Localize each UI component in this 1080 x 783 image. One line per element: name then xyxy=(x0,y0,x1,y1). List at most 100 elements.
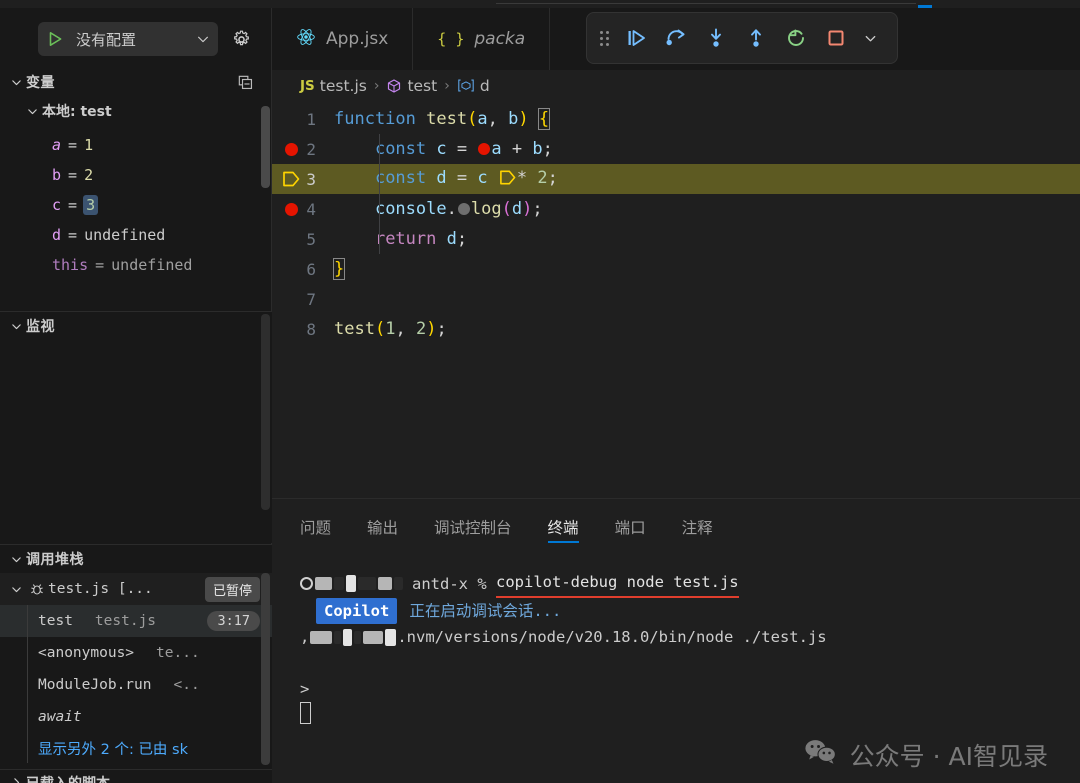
chevron-down-icon[interactable] xyxy=(188,32,218,46)
call-stack-frame[interactable]: <anonymous> te... xyxy=(0,637,272,669)
tab-output[interactable]: 输出 xyxy=(367,499,398,555)
react-icon xyxy=(296,27,316,52)
code-line-current[interactable]: 3 const d = c * 2; xyxy=(272,164,1080,194)
tab-comments[interactable]: 注释 xyxy=(682,499,713,555)
tab-problems[interactable]: 问题 xyxy=(300,499,331,555)
field-icon xyxy=(457,78,475,94)
loaded-scripts-title: 已载入的脚本 xyxy=(26,773,110,783)
inline-breakpoint-disabled-icon[interactable] xyxy=(457,203,470,215)
tab-label: 问题 xyxy=(300,519,332,537)
code-line-text: console. log(d); xyxy=(374,199,543,219)
chevron-down-icon[interactable] xyxy=(22,105,42,118)
code-line[interactable]: 5 return d; xyxy=(272,224,1080,254)
call-stack-frame[interactable]: ModuleJob.run <.. xyxy=(0,669,272,701)
continue-button[interactable] xyxy=(617,19,655,57)
breadcrumb-separator: › xyxy=(373,78,380,94)
tree-guide xyxy=(27,637,28,669)
code-line-text: test(1, 2); xyxy=(334,319,447,339)
code-line-text: } xyxy=(332,258,346,280)
call-stack-frame-await[interactable]: await xyxy=(0,701,272,733)
stop-button[interactable] xyxy=(817,19,855,57)
watch-scrollbar[interactable] xyxy=(261,314,270,510)
vscode-window: 没有配置 变量 本地: test a = 1 b = 2 c = 3 d = u… xyxy=(0,0,1080,783)
code-line[interactable]: 4 console. log(d); xyxy=(272,194,1080,224)
call-stack-header[interactable]: 调用堆栈 xyxy=(0,545,272,573)
terminal-prefix: antd-x % xyxy=(412,574,496,593)
tab-ports[interactable]: 端口 xyxy=(615,499,646,555)
watch-header[interactable]: 监视 xyxy=(0,312,272,340)
terminal-output[interactable]: antd-x % copilot-debug node test.js Copi… xyxy=(272,555,1080,724)
drag-handle-icon[interactable] xyxy=(593,19,615,57)
redacted-block xyxy=(394,577,403,590)
breadcrumb-file[interactable]: test.js xyxy=(320,77,367,95)
wechat-icon xyxy=(804,737,838,773)
variable-row[interactable]: this = undefined xyxy=(0,250,272,280)
terminal-line-copilot: Copilot 正在启动调试会话... xyxy=(300,598,1080,624)
variable-row[interactable]: a = 1 xyxy=(0,130,272,160)
variable-equals: = xyxy=(68,136,78,154)
panel-tab-bar: 问题 输出 调试控制台 终端 端口 注释 xyxy=(272,499,1080,555)
collapse-all-icon[interactable] xyxy=(237,74,254,91)
breadcrumb-separator: › xyxy=(444,78,450,94)
breadcrumb-symbol[interactable]: test xyxy=(407,77,437,95)
status-badge: 已暂停 xyxy=(204,576,260,602)
frame-function: test xyxy=(38,613,73,629)
tab-package-json[interactable]: { } packa xyxy=(413,8,551,70)
step-out-button[interactable] xyxy=(737,19,775,57)
code-line[interactable]: 1 function test(a, b) { xyxy=(272,104,1080,134)
top-divider xyxy=(496,3,916,4)
execution-pointer-icon[interactable] xyxy=(278,164,304,194)
launch-config-dropdown[interactable]: 没有配置 xyxy=(38,22,218,56)
call-stack-frame[interactable]: test test.js 3:17 xyxy=(0,605,272,637)
redacted-block xyxy=(354,630,362,644)
tab-debug-console[interactable]: 调试控制台 xyxy=(434,499,512,555)
breadcrumb-field[interactable]: d xyxy=(480,77,490,95)
variable-equals: = xyxy=(95,256,105,274)
code-line[interactable]: 7 xyxy=(272,284,1080,314)
chevron-down-icon[interactable] xyxy=(6,320,26,333)
copilot-message: 正在启动调试会话... xyxy=(409,602,562,620)
loaded-scripts-header[interactable]: 已载入的脚本 xyxy=(0,769,272,783)
variables-scrollbar[interactable] xyxy=(261,106,270,188)
breakpoint-icon[interactable] xyxy=(278,194,304,224)
frame-file: te... xyxy=(156,645,200,661)
variable-row[interactable]: d = undefined xyxy=(0,220,272,250)
js-file-icon: JS xyxy=(300,78,315,94)
chevron-down-icon[interactable] xyxy=(6,76,26,89)
step-into-button[interactable] xyxy=(697,19,735,57)
chevron-down-icon[interactable] xyxy=(857,31,883,46)
variable-row[interactable]: b = 2 xyxy=(0,160,272,190)
debug-toolbar[interactable] xyxy=(586,12,898,64)
restart-button[interactable] xyxy=(777,19,815,57)
code-line[interactable]: 8 test(1, 2); xyxy=(272,314,1080,344)
call-stack-scrollbar[interactable] xyxy=(261,573,270,765)
code-line[interactable]: 6 } xyxy=(272,254,1080,284)
cube-icon xyxy=(386,77,402,95)
code-line[interactable]: 2 const c = a + b; xyxy=(272,134,1080,164)
step-over-button[interactable] xyxy=(657,19,695,57)
play-icon[interactable] xyxy=(38,30,72,48)
inline-breakpoint-icon[interactable] xyxy=(478,143,491,155)
block-cursor xyxy=(300,702,311,724)
breakpoint-icon[interactable] xyxy=(278,134,304,164)
inline-execution-pointer-icon[interactable] xyxy=(498,169,517,191)
terminal-node-path: .nvm/versions/node/v20.18.0/bin/node ./t… xyxy=(397,628,827,646)
tab-app-jsx[interactable]: App.jsx xyxy=(272,8,414,70)
variables-section: 变量 本地: test a = 1 b = 2 c = 3 d = undefi… xyxy=(0,68,272,308)
frame-function: await xyxy=(38,709,82,725)
gear-icon[interactable] xyxy=(228,26,254,52)
chevron-right-icon[interactable] xyxy=(6,776,26,783)
variable-row[interactable]: c = 3 xyxy=(0,190,272,220)
terminal-prompt-line: > xyxy=(300,676,1080,702)
tab-terminal[interactable]: 终端 xyxy=(547,499,579,555)
code-line-text: function test(a, b) { xyxy=(334,108,551,130)
chevron-down-icon[interactable] xyxy=(6,583,26,596)
variables-scope-row[interactable]: 本地: test xyxy=(0,96,272,126)
chevron-down-icon[interactable] xyxy=(6,553,26,566)
code-editor[interactable]: 1 function test(a, b) { 2 const c = a + … xyxy=(272,104,1080,498)
tree-guide xyxy=(27,605,28,637)
variables-header[interactable]: 变量 xyxy=(0,68,272,96)
show-more-frames-link[interactable]: 显示另外 2 个: 已由 sk xyxy=(0,733,272,763)
tab-label: 终端 xyxy=(547,519,579,537)
debug-session-row[interactable]: test.js [... 已暂停 xyxy=(0,573,272,605)
